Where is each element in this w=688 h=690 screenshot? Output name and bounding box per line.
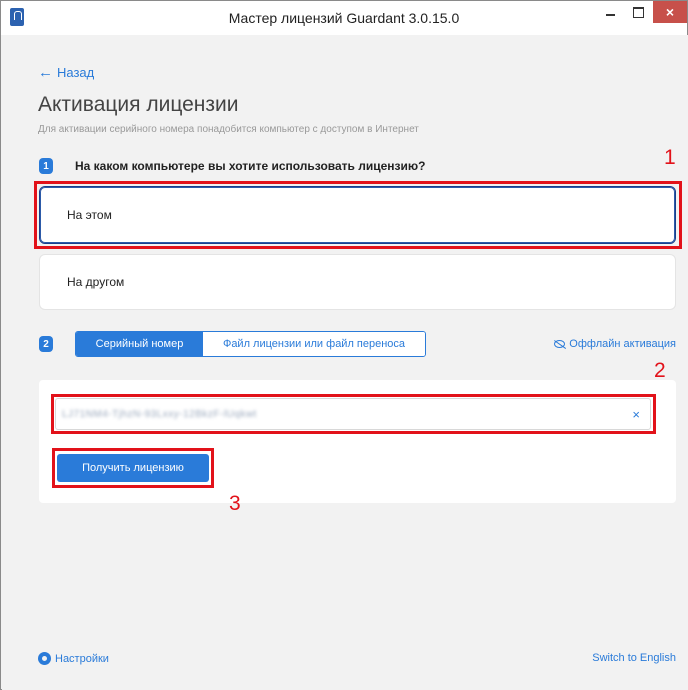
annotation-number-2: 2 bbox=[654, 359, 666, 382]
annotation-box-2 bbox=[51, 394, 656, 434]
step-2-badge: 2 bbox=[39, 336, 53, 352]
tab-license-file[interactable]: Файл лицензии или файл переноса bbox=[203, 332, 425, 356]
page-title: Активация лицензии bbox=[38, 93, 239, 116]
title-bar: Мастер лицензий Guardant 3.0.15.0 × bbox=[1, 1, 687, 35]
tab-serial-number[interactable]: Серийный номер bbox=[76, 332, 203, 356]
offline-activation-label: Оффлайн активация bbox=[569, 338, 676, 350]
eye-slash-icon bbox=[554, 340, 566, 348]
annotation-box-1 bbox=[34, 181, 682, 249]
maximize-button[interactable] bbox=[625, 1, 652, 23]
annotation-number-1: 1 bbox=[664, 146, 676, 169]
switch-language-link[interactable]: Switch to English bbox=[592, 652, 676, 664]
option-other-computer[interactable]: На другом bbox=[39, 254, 676, 310]
arrow-left-icon: ← bbox=[38, 64, 53, 81]
app-window: Мастер лицензий Guardant 3.0.15.0 × ← На… bbox=[0, 0, 688, 690]
option-other-computer-label: На другом bbox=[67, 275, 125, 289]
back-label: Назад bbox=[57, 65, 95, 80]
back-link[interactable]: ← Назад bbox=[38, 65, 94, 80]
offline-activation-link[interactable]: Оффлайн активация bbox=[554, 338, 676, 350]
minimize-button[interactable] bbox=[597, 1, 624, 23]
settings-label: Настройки bbox=[55, 652, 109, 665]
window-title: Мастер лицензий Guardant 3.0.15.0 bbox=[228, 10, 460, 26]
annotation-number-3: 3 bbox=[229, 492, 241, 515]
computer-question: На каком компьютере вы хотите использова… bbox=[75, 159, 426, 173]
settings-link[interactable]: Настройки bbox=[38, 652, 109, 665]
page-subtitle: Для активации серийного номера понадобит… bbox=[38, 124, 419, 135]
gear-icon bbox=[38, 652, 51, 665]
close-button[interactable]: × bbox=[653, 1, 687, 23]
activation-method-tabs: Серийный номер Файл лицензии или файл пе… bbox=[75, 331, 426, 357]
step-1-badge: 1 bbox=[39, 158, 53, 174]
main-content: ← Назад Активация лицензии Для активации… bbox=[2, 35, 688, 690]
annotation-box-3 bbox=[52, 448, 214, 488]
